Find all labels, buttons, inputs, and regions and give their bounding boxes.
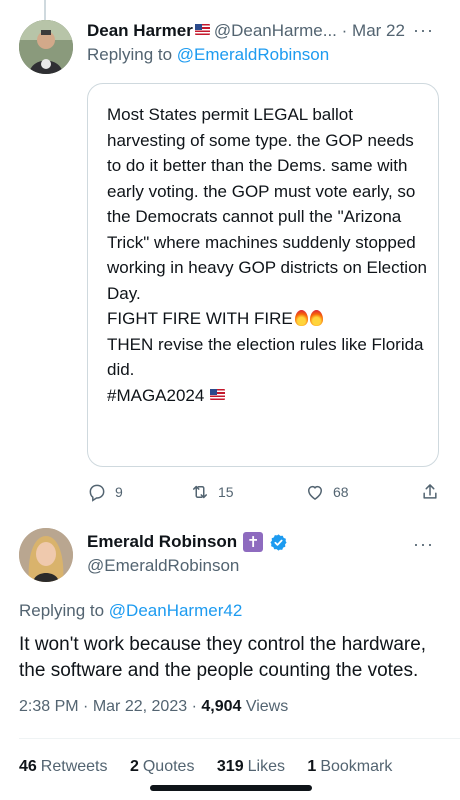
views-count: 4,904: [201, 698, 242, 715]
like-action-button[interactable]: 68: [305, 482, 349, 502]
main-replying-to: Replying to @DeanHarmer42: [19, 601, 242, 621]
meta-dot: ·: [191, 698, 197, 715]
tweet-stats: 46 Retweets 2 Quotes 319 Likes 1 Bookmark: [19, 758, 410, 776]
views-label: Views: [245, 698, 289, 715]
main-tweet-text: It won't work because they control the h…: [19, 634, 427, 681]
stat-likes[interactable]: 319 Likes: [217, 758, 285, 775]
replying-to-link[interactable]: @DeanHarmer42: [109, 601, 242, 620]
stat-label: Retweets: [40, 758, 108, 775]
avatar-emerald-robinson[interactable]: [19, 528, 73, 582]
avatar-image: [19, 20, 73, 74]
stat-label: Quotes: [142, 758, 195, 775]
stat-count: 319: [216, 758, 244, 775]
more-icon[interactable]: ···: [413, 20, 434, 41]
tweet-meta: 2:38 PM · Mar 22, 2023 · 4,904 Views: [19, 698, 288, 716]
reply-card-text-end: THEN revise the election rules like Flor…: [107, 334, 424, 405]
replying-to-link[interactable]: @EmeraldRobinson: [177, 45, 329, 64]
stat-quotes[interactable]: 2 Quotes: [130, 758, 195, 775]
replying-prefix: Replying to: [19, 601, 105, 620]
tweet-time[interactable]: 2:38 PM: [19, 698, 79, 715]
reply-header: Dean Harmer @DeanHarme... · Mar 22: [87, 21, 405, 41]
avatar-image: [19, 528, 73, 582]
like-icon: [308, 485, 322, 500]
meta-dot: ·: [83, 698, 89, 715]
share-action-button[interactable]: [420, 482, 440, 502]
stat-count: 46: [19, 758, 37, 775]
tweet-date[interactable]: Mar 22, 2023: [93, 698, 187, 715]
divider: [19, 738, 460, 739]
reply-author-handle[interactable]: @DeanHarme...: [214, 21, 337, 40]
reply-text-card[interactable]: Most States permit LEGAL ballot harvesti…: [87, 83, 439, 467]
stat-retweets[interactable]: 46 Retweets: [19, 758, 108, 775]
reply-icon: [89, 484, 105, 502]
stat-label: Bookmark: [320, 758, 393, 775]
like-count: 68: [333, 484, 349, 500]
reply-replying-to: Replying to @EmeraldRobinson: [87, 45, 329, 65]
stat-label: Likes: [247, 758, 285, 775]
retweet-count: 15: [218, 484, 234, 500]
us-flag-icon: [210, 388, 226, 400]
retweet-icon: [193, 485, 207, 499]
reply-card-text: Most States permit LEGAL ballot harvesti…: [107, 102, 427, 408]
main-author-row: Emerald Robinson ✝: [87, 532, 288, 552]
retweet-action-button[interactable]: 15: [190, 482, 234, 502]
verified-badge-icon[interactable]: [269, 533, 288, 552]
main-author-name[interactable]: Emerald Robinson: [87, 532, 237, 552]
avatar-dean-harmer[interactable]: [19, 20, 73, 74]
reply-count: 9: [115, 484, 123, 500]
more-icon[interactable]: ···: [413, 534, 434, 555]
stat-count: 1: [307, 758, 317, 775]
fire-icon: [309, 310, 323, 326]
share-icon: [423, 484, 437, 499]
fire-icon: [294, 310, 308, 326]
stat-bookmarks[interactable]: 1 Bookmark: [307, 758, 392, 775]
us-flag-icon: [194, 24, 210, 35]
thread-line: [44, 0, 46, 20]
reply-card-text-main: Most States permit LEGAL ballot harvesti…: [107, 105, 427, 328]
reply-separator: ·: [341, 21, 348, 40]
reply-author-name[interactable]: Dean Harmer: [87, 21, 193, 40]
replying-prefix: Replying to: [87, 45, 173, 64]
cross-icon: ✝: [243, 532, 264, 552]
main-author-handle[interactable]: @EmeraldRobinson: [87, 556, 239, 576]
home-indicator[interactable]: [150, 785, 312, 791]
reply-date[interactable]: Mar 22: [352, 21, 405, 40]
stat-count: 2: [129, 758, 139, 775]
reply-action-button[interactable]: 9: [87, 482, 123, 502]
